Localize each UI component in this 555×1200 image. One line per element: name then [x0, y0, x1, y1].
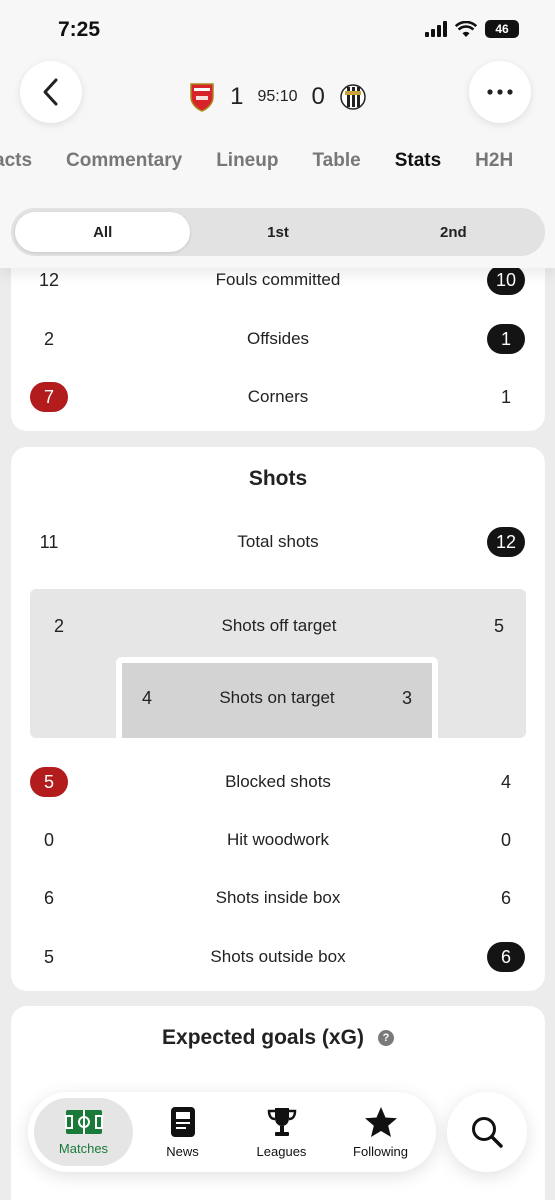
wifi-icon [455, 20, 477, 37]
home-value: 5 [43, 946, 54, 967]
period-second-half-button[interactable]: 2nd [366, 212, 541, 252]
stat-row-shots-inside-box: 6 Shots inside box 6 [11, 878, 545, 918]
home-team-crest-icon[interactable] [188, 82, 216, 112]
home-score: 1 [230, 83, 244, 110]
status-icons: 46 [425, 20, 519, 38]
home-value: 5 [30, 767, 68, 797]
bottom-navigation: Matches News Leagues Following [28, 1092, 436, 1172]
period-selector: All 1st 2nd [11, 208, 545, 256]
cellular-signal-icon [425, 21, 447, 37]
home-value: 2 [43, 328, 54, 349]
star-icon [364, 1106, 397, 1137]
tab-h2h[interactable]: H2H [475, 150, 513, 172]
stat-label: Hit woodwork [226, 830, 330, 849]
stat-label: Total shots [237, 532, 319, 551]
home-value: 6 [43, 887, 54, 908]
stat-row-hit-woodwork: 0 Hit woodwork 0 [11, 820, 545, 860]
stat-label: Fouls committed [215, 270, 341, 289]
battery-icon: 46 [485, 20, 519, 38]
tab-facts[interactable]: acts [0, 150, 32, 172]
away-value: 6 [487, 942, 525, 972]
shots-target-graphic: 2 Shots off target 5 4 Shots on target 3 [30, 589, 526, 738]
nav-news[interactable]: News [133, 1098, 232, 1166]
away-value: 5 [493, 615, 504, 636]
home-value: 2 [54, 615, 65, 636]
away-value: 1 [500, 386, 511, 407]
home-value: 12 [38, 269, 60, 290]
nav-label: News [166, 1143, 199, 1159]
away-value: 0 [500, 829, 511, 850]
away-value: 12 [487, 527, 525, 557]
tab-commentary[interactable]: Commentary [66, 150, 182, 172]
tab-table[interactable]: Table [312, 150, 360, 172]
tab-stats[interactable]: Stats [395, 150, 441, 172]
help-icon[interactable]: ? [377, 1030, 394, 1047]
stat-row-blocked-shots: 5 Blocked shots 4 [11, 762, 545, 802]
more-options-button[interactable] [469, 61, 531, 123]
stat-label: Blocked shots [225, 772, 331, 791]
tab-lineup[interactable]: Lineup [216, 150, 278, 172]
home-value: 7 [30, 382, 68, 412]
shots-title: Shots [248, 467, 308, 490]
match-clock: 95:10 [257, 88, 298, 105]
shots-card: Shots 11 Total shots 12 2 Shots off targ… [11, 447, 545, 991]
stat-row-total-shots: 11 Total shots 12 [11, 522, 545, 562]
nav-label: Following [353, 1143, 408, 1159]
away-value: 6 [500, 887, 511, 908]
nav-label: Matches [58, 1140, 109, 1156]
more-dots-icon [487, 89, 513, 95]
stat-row-offsides: 2 Offsides 1 [11, 319, 545, 359]
period-first-half-button[interactable]: 1st [190, 212, 365, 252]
stat-label: Shots on target [219, 688, 335, 707]
away-value: 4 [500, 771, 511, 792]
status-time: 7:25 [58, 18, 101, 41]
away-score: 0 [311, 83, 325, 110]
general-stats-card: 12 Fouls committed 10 2 Offsides 1 7 Cor… [11, 240, 545, 431]
home-value: 4 [142, 687, 153, 708]
trophy-icon [267, 1107, 296, 1136]
period-all-button[interactable]: All [15, 212, 191, 252]
search-icon [472, 1117, 503, 1148]
stat-label: Corners [247, 387, 309, 406]
nav-label: Leagues [256, 1143, 307, 1159]
stat-label: Shots outside box [210, 947, 346, 966]
nav-following[interactable]: Following [331, 1098, 430, 1166]
match-header: 7:25 46 1 95:10 0 cts Commentary Lineup … [0, 0, 555, 268]
stat-label: Shots off target [221, 616, 337, 635]
away-team-crest-icon[interactable] [339, 82, 367, 112]
nav-matches[interactable]: Matches [34, 1098, 133, 1166]
away-value: 1 [487, 324, 525, 354]
stat-row-corners: 7 Corners 1 [11, 377, 545, 417]
away-value: 3 [401, 687, 412, 708]
stat-label: Shots inside box [215, 888, 341, 907]
news-icon [170, 1106, 195, 1137]
home-value: 0 [43, 829, 54, 850]
search-button[interactable] [447, 1092, 527, 1172]
nav-leagues[interactable]: Leagues [232, 1098, 331, 1166]
pitch-icon [64, 1109, 103, 1134]
xg-title: Expected goals (xG)? [11, 1026, 545, 1050]
stat-row-shots-off-target: 2 Shots off target 5 [54, 611, 504, 641]
home-value: 11 [39, 531, 59, 552]
away-value: 10 [487, 265, 525, 295]
xg-title-text: Expected goals (xG) [162, 1026, 364, 1049]
match-tabs: acts Commentary Lineup Table Stats H2H [0, 150, 513, 172]
stat-label: Offsides [246, 329, 310, 348]
stat-row-shots-outside-box: 5 Shots outside box 6 [11, 937, 545, 977]
stat-row-shots-on-target: 4 Shots on target 3 [142, 683, 412, 713]
